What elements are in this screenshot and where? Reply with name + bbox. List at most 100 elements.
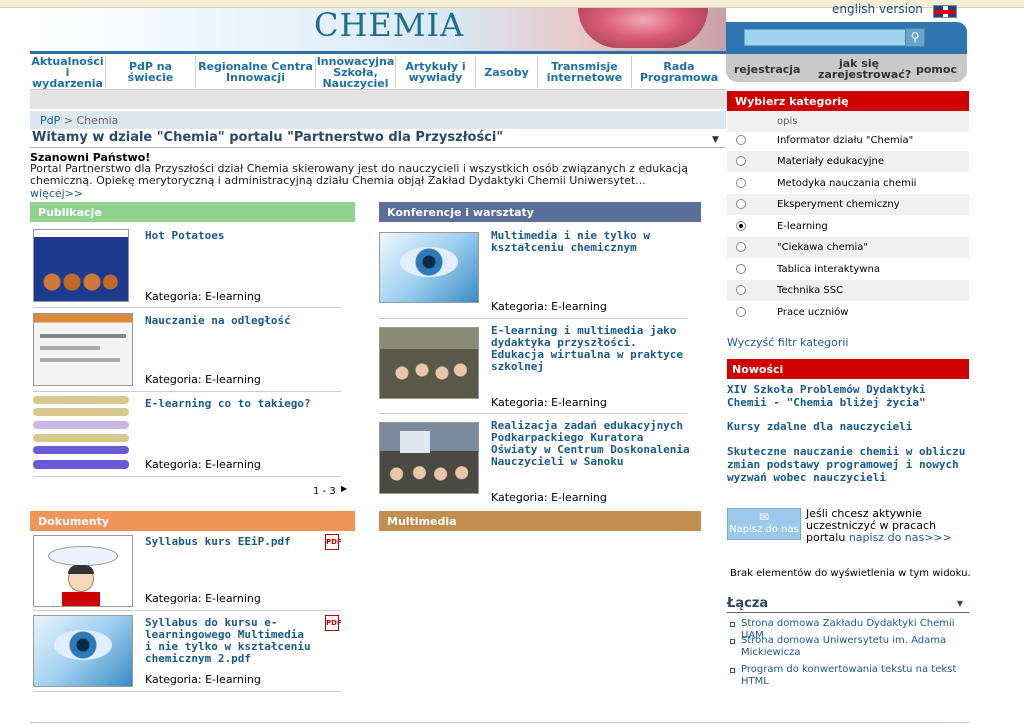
radio-button[interactable] [736,199,746,209]
nav-item-articles[interactable]: Artykuły i wywiady [396,56,476,88]
document-title[interactable]: Syllabus kurs EEiP.pdf [145,536,315,548]
banner: CHEMIA [30,8,726,52]
category-option[interactable]: Informator działu "Chemia" [727,130,969,151]
category-option[interactable]: Technika SSC [727,280,969,301]
thumb-bar [33,396,129,404]
english-version-link[interactable]: english version [832,2,923,16]
conference-title[interactable]: Multimedia i nie tylko w kształceniu che… [491,230,691,254]
link-item[interactable]: Strona domowa Uniwersytetu im. Adama Mic… [730,635,970,659]
thumb-bar [33,446,129,454]
publication-category: Kategoria: E-learning [145,290,261,303]
register-link[interactable]: rejestracja [734,64,800,75]
category-label: Metodyka nauczania chemii [777,178,917,189]
links-title: Łącza [727,596,769,611]
main-nav: Aktualności i wydarzenia PdP na świecie … [30,56,726,90]
nav-item-regional-centers[interactable]: Regionalne Centra Innowacji [196,56,316,88]
dokumenty-header: Dokumenty [30,511,355,531]
category-option-selected[interactable]: E-learning [727,216,969,237]
news-link[interactable]: Kursy zdalne dla nauczycieli [727,420,972,433]
nav-item-innovative-school[interactable]: Innowacyjna Szkoła, Nauczyciel [316,56,396,89]
nav-item-news[interactable]: Aktualności i wydarzenia [30,56,106,89]
publication-title[interactable]: Nauczanie na odległość [145,315,345,327]
news-link[interactable]: XIV Szkoła Problemów Dydaktyki Chemii - … [727,383,972,409]
sanok-conf-thumb[interactable] [379,422,479,494]
intro-text: Portal Partnerstwo dla Przyszłości dział… [30,162,688,187]
toolbar-bar [30,90,726,109]
links-header: Łącza ▼ [727,596,969,613]
how-to-register-link[interactable]: jak się zarejestrować? [818,58,911,80]
distance-learning-thumb[interactable] [33,313,133,386]
conference-title[interactable]: Realizacja zadań edukacyjnych Podkarpack… [491,420,691,468]
document-title[interactable]: Syllabus do kursu e-learningowego Multim… [145,617,317,665]
category-option[interactable]: Materiały edukacyjne [727,151,969,172]
contact-link[interactable]: napisz do nas>>> [849,531,952,544]
bullet-icon [730,622,735,627]
nav-item-pdp-world[interactable]: PdP na świecie [106,56,196,88]
envelope-icon: ✉ [758,510,770,524]
clear-filter-link[interactable]: Wyczyść filtr kategorii [727,336,848,349]
breadcrumb-current: Chemia [76,114,119,127]
news-link[interactable]: Skuteczne nauczanie chemii w obliczu zmi… [727,445,972,484]
radio-button[interactable] [736,135,746,145]
bullet-icon [730,639,735,644]
divider [33,391,341,392]
nav-item-webcasts[interactable]: Transmisje internetowe [538,56,632,88]
write-to-us-button[interactable]: ✉ Napisz do nas [727,508,801,540]
category-label: Prace uczniów [777,307,849,318]
conference-title[interactable]: E-learning i multimedia jako dydaktyka p… [491,325,691,373]
radio-button-selected[interactable] [736,221,746,231]
divider [33,476,341,477]
more-link[interactable]: więcej>> [30,187,83,200]
pager-label: 1 - 3 [313,486,336,497]
search-button[interactable]: ⚲ [905,28,925,47]
categories-label-text: opis [777,116,798,127]
empty-message: Brak elementów do wyświetlenia w tym wid… [730,568,971,579]
publication-title[interactable]: E-learning co to takiego? [145,398,345,410]
category-label: Materiały edukacyjne [777,156,885,167]
category-option[interactable]: Tablica interaktywna [727,259,969,280]
pdf-icon[interactable]: PDF [325,615,342,631]
category-option[interactable]: Metodyka nauczania chemii [727,173,969,194]
people-image [390,358,470,388]
collapse-arrow-icon[interactable]: ▼ [957,599,963,608]
radio-button[interactable] [736,264,746,274]
nav-item-program-board[interactable]: Rada Programowa [632,56,726,88]
category-option[interactable]: Prace uczniów [727,302,969,323]
radio-button[interactable] [736,156,746,166]
elearning-conf-thumb[interactable] [379,327,479,399]
multimedia-conf-thumb[interactable] [379,232,479,303]
publication-title[interactable]: Hot Potatoes [145,230,345,242]
help-link[interactable]: pomoc [916,64,957,75]
next-page-icon[interactable]: ▶ [341,484,347,493]
search-icon: ⚲ [910,30,920,44]
syllabus-multimedia-thumb[interactable] [33,615,133,687]
collapse-arrow-icon[interactable]: ▼ [712,135,719,145]
breadcrumb: PdP > Chemia [30,111,726,129]
document-category: Kategoria: E-learning [145,673,261,686]
pdf-icon[interactable]: PDF [325,534,342,550]
search-input[interactable] [744,29,906,46]
hot-potatoes-thumb[interactable] [33,229,129,302]
category-option[interactable]: "Ciekawa chemia" [727,237,969,258]
link-item[interactable]: Program do konwertowania tekstu na tekst… [730,664,970,688]
thumb-bubble [48,546,118,566]
radio-button[interactable] [736,285,746,295]
uk-flag-icon[interactable] [933,5,957,18]
category-option[interactable]: Eksperyment chemiczny [727,194,969,215]
thumb-line [40,346,100,350]
thumb-line [40,334,126,338]
radio-button[interactable] [736,178,746,188]
breadcrumb-home[interactable]: PdP [40,114,60,127]
radio-button[interactable] [736,307,746,317]
radio-button[interactable] [736,242,746,252]
elearning-thumb[interactable] [33,396,129,471]
breadcrumb-sep: > [60,114,77,127]
syllabus-eeip-thumb[interactable] [33,535,133,607]
link-label: Strona domowa Uniwersytetu im. Adama Mic… [741,635,947,658]
thumb-bar [33,421,129,429]
conference-category: Kategoria: E-learning [491,396,607,409]
nav-item-resources[interactable]: Zasoby [476,56,538,88]
banner-title: CHEMIA [314,8,465,44]
thumb-bar [33,434,129,442]
thumb-line [40,358,120,362]
